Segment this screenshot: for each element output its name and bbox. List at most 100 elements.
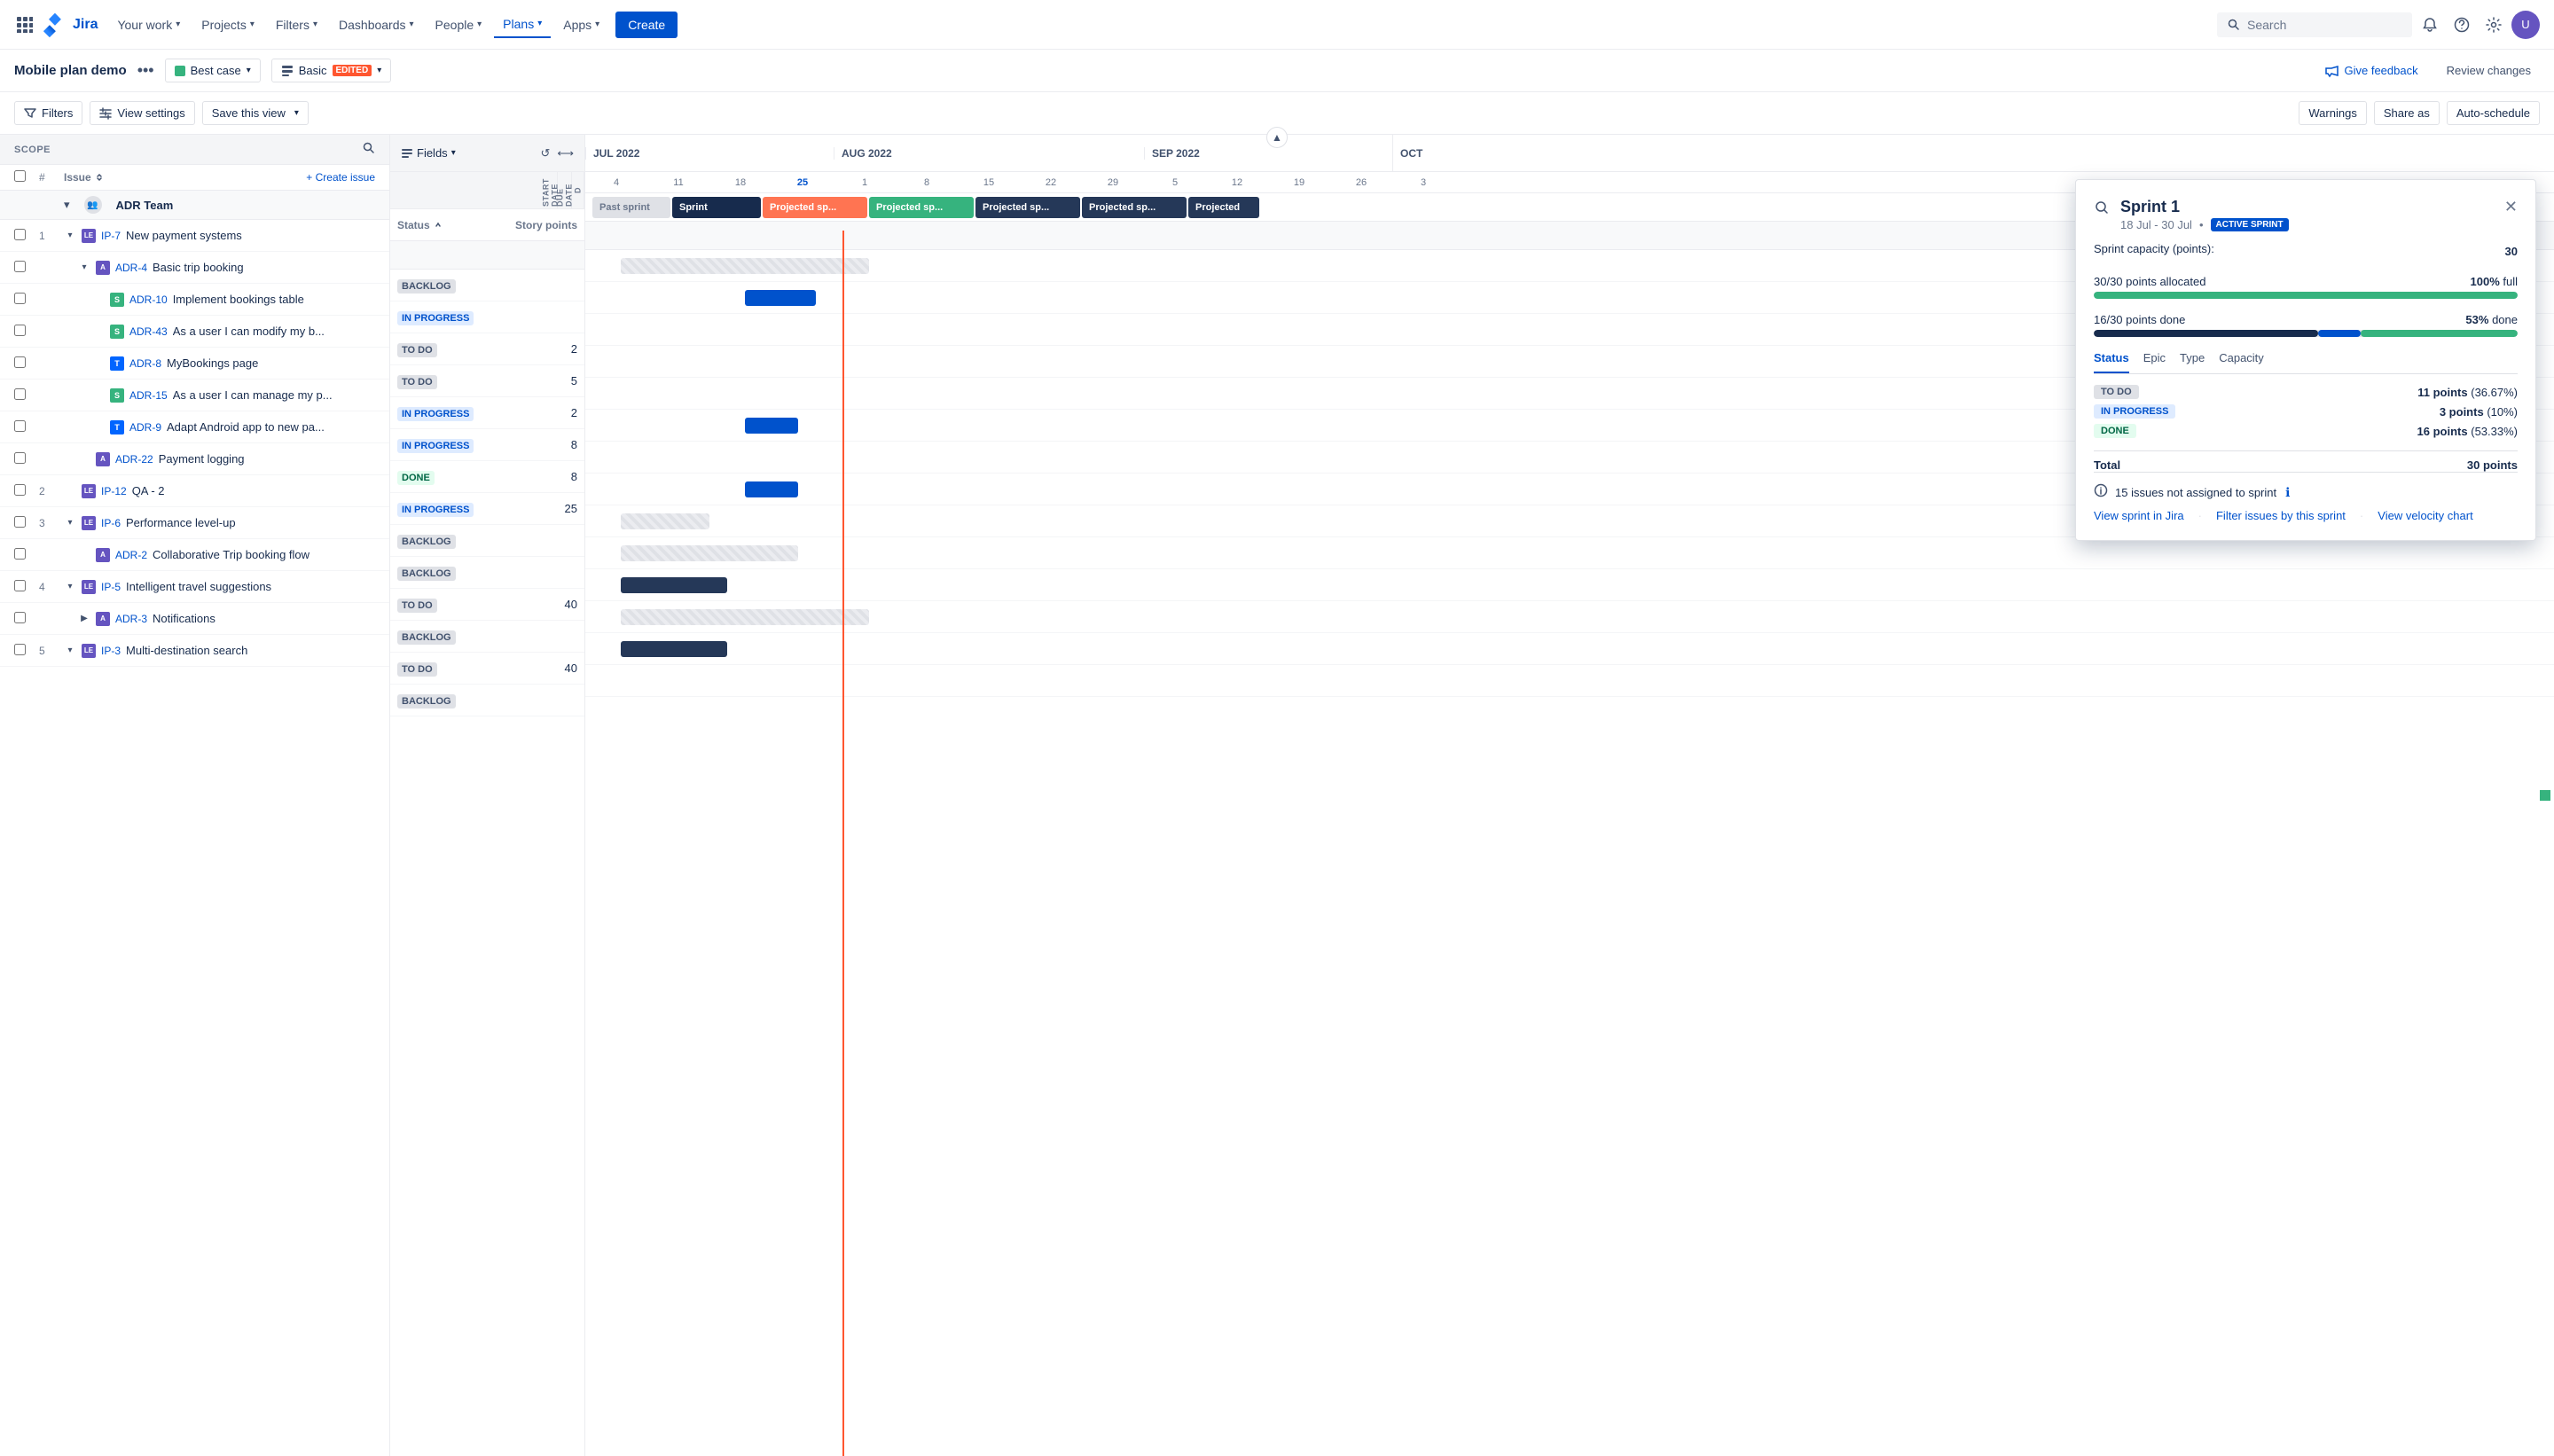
sprint-bar-projected-1[interactable]: Projected sp... xyxy=(763,197,867,218)
issue-key[interactable]: ADR-43 xyxy=(129,325,168,338)
issue-key[interactable]: ADR-4 xyxy=(115,262,147,274)
expand-icon[interactable]: ▾ xyxy=(64,581,76,593)
expand-icon[interactable]: ▾ xyxy=(64,517,76,529)
issue-checkbox[interactable] xyxy=(14,452,26,464)
create-issue-button[interactable]: + Create issue xyxy=(306,171,375,184)
sprint-bar-projected-2[interactable]: Projected sp... xyxy=(869,197,974,218)
issue-checkbox[interactable] xyxy=(14,261,26,272)
expand-icon[interactable]: ⟷ xyxy=(557,146,574,160)
issue-key[interactable]: IP-5 xyxy=(101,581,121,593)
velocity-chart-link[interactable]: View velocity chart xyxy=(2378,509,2472,522)
gantt-bar[interactable] xyxy=(621,258,869,274)
fields-button[interactable]: Fields ▾ xyxy=(401,146,456,160)
issue-checkbox[interactable] xyxy=(14,484,26,496)
gantt-bar[interactable] xyxy=(621,609,869,625)
expand-icon[interactable]: ▾ xyxy=(78,262,90,274)
notifications-icon[interactable] xyxy=(2416,11,2444,39)
sp-value: 2 xyxy=(496,406,584,419)
status-col-header[interactable]: Status xyxy=(390,219,496,231)
nav-plans[interactable]: Plans ▾ xyxy=(494,12,551,38)
issue-checkbox[interactable] xyxy=(14,580,26,591)
save-view-button[interactable]: Save this view ▾ xyxy=(202,101,309,125)
collapse-bar-button[interactable]: ▲ xyxy=(1266,127,1288,148)
issue-checkbox[interactable] xyxy=(14,229,26,240)
warnings-button[interactable]: Warnings xyxy=(2299,101,2366,125)
gantt-bar[interactable] xyxy=(621,641,727,657)
nav-filters[interactable]: Filters ▾ xyxy=(267,12,326,37)
share-as-button[interactable]: Share as xyxy=(2374,101,2440,125)
issue-checkbox[interactable] xyxy=(14,548,26,560)
create-button[interactable]: Create xyxy=(615,12,678,38)
tab-type[interactable]: Type xyxy=(2180,351,2205,373)
user-avatar[interactable]: U xyxy=(2511,11,2540,39)
nav-dashboards[interactable]: Dashboards ▾ xyxy=(330,12,423,37)
issue-key[interactable]: ADR-10 xyxy=(129,294,168,306)
sprint-bar-projected-5[interactable]: Projected xyxy=(1188,197,1259,218)
d-header[interactable]: D xyxy=(572,172,584,208)
gantt-bar[interactable] xyxy=(745,418,798,434)
settings-icon[interactable] xyxy=(2480,11,2508,39)
issue-checkbox[interactable] xyxy=(14,612,26,623)
issue-checkbox[interactable] xyxy=(14,325,26,336)
expand-icon[interactable]: ▾ xyxy=(64,230,76,242)
unassigned-info-icon[interactable]: ℹ xyxy=(2285,485,2290,500)
issue-key[interactable]: ADR-22 xyxy=(115,453,153,466)
nav-people[interactable]: People ▾ xyxy=(427,12,491,37)
select-all-checkbox[interactable] xyxy=(14,170,26,182)
issue-checkbox[interactable] xyxy=(14,293,26,304)
gantt-bar[interactable] xyxy=(621,577,727,593)
popup-close-button[interactable]: ✕ xyxy=(2504,198,2518,216)
issue-key[interactable]: ADR-15 xyxy=(129,389,168,402)
scope-search-icon[interactable] xyxy=(363,142,375,157)
sprint-bar-past[interactable]: Past sprint xyxy=(592,197,670,218)
issue-checkbox[interactable] xyxy=(14,516,26,528)
tab-epic[interactable]: Epic xyxy=(2143,351,2166,373)
team-expand-icon[interactable]: ▾ xyxy=(64,198,70,212)
scenario-selector[interactable]: Best case ▾ xyxy=(165,59,261,82)
scope-panel: SCOPE # Issue + Create issue xyxy=(0,135,390,1456)
sprint-bar-active[interactable]: Sprint xyxy=(672,197,761,218)
issue-checkbox[interactable] xyxy=(14,388,26,400)
issue-key[interactable]: IP-7 xyxy=(101,230,121,242)
issue-checkbox[interactable] xyxy=(14,420,26,432)
month-sep: SEP 2022 xyxy=(1144,147,1392,160)
nav-projects[interactable]: Projects ▾ xyxy=(192,12,263,37)
issue-key[interactable]: IP-3 xyxy=(101,645,121,657)
review-changes-button[interactable]: Review changes xyxy=(2438,59,2540,82)
issue-checkbox[interactable] xyxy=(14,356,26,368)
expand-icon[interactable]: ▶ xyxy=(78,613,90,625)
give-feedback-button[interactable]: Give feedback xyxy=(2316,59,2427,82)
view-settings-button[interactable]: View settings xyxy=(90,101,194,125)
tab-capacity[interactable]: Capacity xyxy=(2219,351,2264,373)
sp-col-header[interactable]: Story points xyxy=(496,219,584,231)
plan-options-button[interactable]: ••• xyxy=(137,61,154,80)
tab-status[interactable]: Status xyxy=(2094,351,2129,373)
gantt-bar[interactable] xyxy=(745,290,816,306)
view-mode-selector[interactable]: Basic EDITED ▾ xyxy=(271,59,392,82)
gantt-bar[interactable] xyxy=(621,545,798,561)
nav-apps[interactable]: Apps ▾ xyxy=(554,12,608,37)
gantt-bar[interactable] xyxy=(621,513,709,529)
view-sprint-link[interactable]: View sprint in Jira xyxy=(2094,509,2184,522)
issue-key[interactable]: ADR-3 xyxy=(115,613,147,625)
sprint-bar-projected-4[interactable]: Projected sp... xyxy=(1082,197,1187,218)
refresh-icon[interactable]: ↺ xyxy=(540,146,550,160)
search-bar[interactable]: Search xyxy=(2217,12,2412,37)
nav-your-work[interactable]: Your work ▾ xyxy=(108,12,189,37)
filters-button[interactable]: Filters xyxy=(14,101,82,125)
gantt-bar[interactable] xyxy=(745,481,798,497)
auto-schedule-button[interactable]: Auto-schedule xyxy=(2447,101,2540,125)
due-date-header[interactable]: DUE DATE xyxy=(558,172,572,208)
jira-logo[interactable]: Jira xyxy=(43,12,98,37)
issue-key[interactable]: ADR-8 xyxy=(129,357,161,370)
filter-issues-link[interactable]: Filter issues by this sprint xyxy=(2216,509,2346,522)
expand-icon[interactable]: ▾ xyxy=(64,645,76,657)
issue-key[interactable]: IP-6 xyxy=(101,517,121,529)
issue-key[interactable]: ADR-9 xyxy=(129,421,161,434)
help-icon[interactable] xyxy=(2448,11,2476,39)
issue-key[interactable]: ADR-2 xyxy=(115,549,147,561)
sprint-bar-projected-3[interactable]: Projected sp... xyxy=(975,197,1080,218)
issue-key[interactable]: IP-12 xyxy=(101,485,127,497)
grid-icon[interactable] xyxy=(14,14,35,35)
issue-checkbox[interactable] xyxy=(14,644,26,655)
